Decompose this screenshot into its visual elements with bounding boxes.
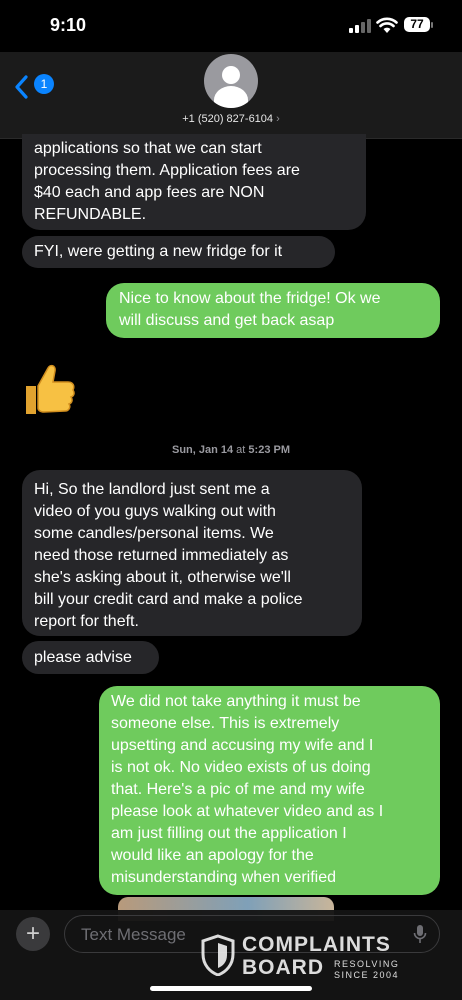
contact-number: +1 (520) 827-6104 [182, 113, 274, 125]
complaints-board-watermark: COMPLAINTS BOARD RESOLVING SINCE 2004 [200, 932, 440, 982]
watermark-line2: BOARD [242, 956, 324, 979]
signal-icon [349, 19, 371, 33]
message-incoming[interactable]: Hi, So the landlord just sent me a video… [22, 470, 362, 636]
back-chevron-icon [15, 75, 28, 99]
message-incoming[interactable]: please advise [22, 641, 159, 674]
battery-tip [431, 22, 433, 28]
plus-button[interactable]: + [16, 917, 50, 951]
message-outgoing[interactable]: We did not take anything it must be some… [99, 686, 440, 895]
status-time: 9:10 [50, 15, 87, 35]
message-incoming[interactable]: applications so that we can start proces… [22, 134, 366, 230]
watermark-line1: COMPLAINTS [242, 933, 391, 956]
shield-logo-icon [201, 934, 235, 976]
watermark-tagline2: SINCE 2004 [334, 970, 400, 980]
contact-chevron-icon: › [276, 113, 280, 125]
timestamp-time: 5:23 PM [248, 444, 290, 456]
contact-name[interactable]: +1 (520) 827-6104 › [0, 113, 462, 125]
timestamp-at: at [233, 444, 249, 456]
watermark-tagline1: RESOLVING [334, 959, 400, 969]
unread-badge: 1 [34, 74, 54, 94]
message-placeholder: Text Message [81, 925, 186, 944]
battery-icon: 77 [404, 17, 430, 32]
home-indicator[interactable] [150, 986, 312, 991]
thumbs-up-emoji[interactable] [20, 360, 76, 420]
back-button[interactable]: 1 [14, 72, 58, 102]
message-timestamp: Sun, Jan 14 at 5:23 PM [0, 444, 462, 456]
avatar-silhouette [214, 66, 248, 108]
wifi-icon [376, 17, 398, 33]
avatar-icon[interactable] [204, 54, 258, 108]
timestamp-day: Sun, Jan 14 [171, 444, 234, 456]
status-bar: 9:10 77 [0, 0, 462, 52]
message-incoming[interactable]: FYI, were getting a new fridge for it [22, 236, 335, 268]
conversation-header: 1 +1 (520) 827-6104 › [0, 52, 462, 139]
message-outgoing[interactable]: Nice to know about the fridge! Ok we wil… [106, 283, 440, 338]
